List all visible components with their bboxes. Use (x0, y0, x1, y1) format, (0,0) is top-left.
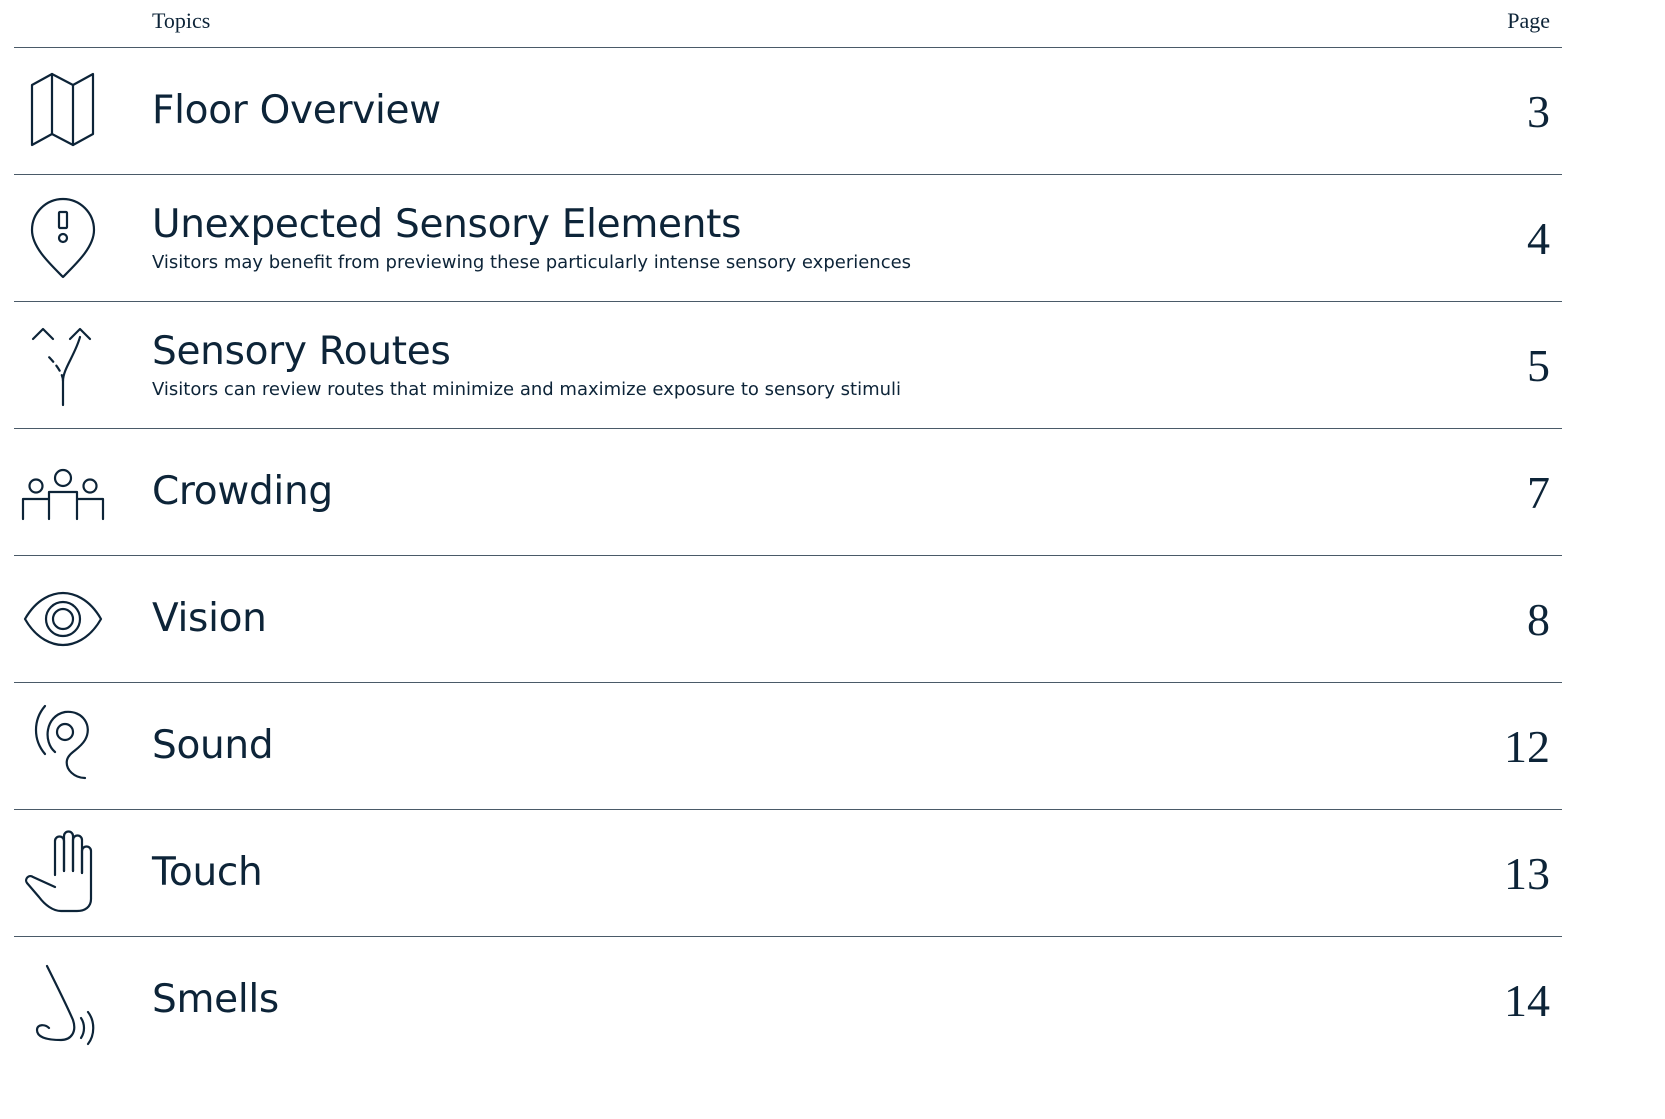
row-description: Visitors may benefit from previewing the… (152, 252, 912, 273)
row-title[interactable]: Smells (152, 976, 279, 1024)
alert-pin-icon (14, 175, 112, 301)
toc-row-smells[interactable]: Smells 14 (14, 937, 1562, 1063)
row-page-number[interactable]: 7 (1527, 429, 1550, 555)
crowd-icon (14, 429, 112, 555)
hand-icon (14, 810, 112, 936)
row-title[interactable]: Touch (152, 849, 263, 897)
map-icon (14, 48, 112, 174)
toc-row-crowding[interactable]: Crowding 7 (14, 429, 1562, 556)
toc-row-vision[interactable]: Vision 8 (14, 556, 1562, 683)
row-page-number[interactable]: 12 (1504, 683, 1550, 809)
row-page-number[interactable]: 5 (1527, 302, 1550, 428)
row-title[interactable]: Unexpected Sensory Elements (152, 201, 911, 249)
eye-icon (14, 556, 112, 682)
toc-header: Topics Page (14, 0, 1562, 48)
page-column-label: Page (1507, 8, 1550, 33)
nose-icon (14, 937, 112, 1063)
row-title[interactable]: Crowding (152, 468, 333, 516)
row-page-number[interactable]: 8 (1527, 556, 1550, 682)
table-of-contents: Topics Page Floor Overview 3 Unexpected … (14, 0, 1562, 1063)
row-title[interactable]: Sensory Routes (152, 328, 901, 376)
toc-row-sensory-routes[interactable]: Sensory Routes Visitors can review route… (14, 302, 1562, 429)
ear-icon (14, 683, 112, 809)
toc-row-touch[interactable]: Touch 13 (14, 810, 1562, 937)
row-title[interactable]: Floor Overview (152, 87, 441, 135)
toc-row-floor-overview[interactable]: Floor Overview 3 (14, 48, 1562, 175)
topics-column-label: Topics (152, 8, 211, 33)
row-description: Visitors can review routes that minimize… (152, 379, 902, 400)
row-page-number[interactable]: 13 (1504, 810, 1550, 936)
row-title[interactable]: Vision (152, 595, 267, 643)
row-page-number[interactable]: 4 (1527, 175, 1550, 301)
toc-row-unexpected-sensory-elements[interactable]: Unexpected Sensory Elements Visitors may… (14, 175, 1562, 302)
row-title[interactable]: Sound (152, 722, 274, 770)
row-page-number[interactable]: 3 (1527, 48, 1550, 174)
toc-row-sound[interactable]: Sound 12 (14, 683, 1562, 810)
route-split-icon (14, 302, 112, 428)
row-page-number[interactable]: 14 (1504, 937, 1550, 1063)
